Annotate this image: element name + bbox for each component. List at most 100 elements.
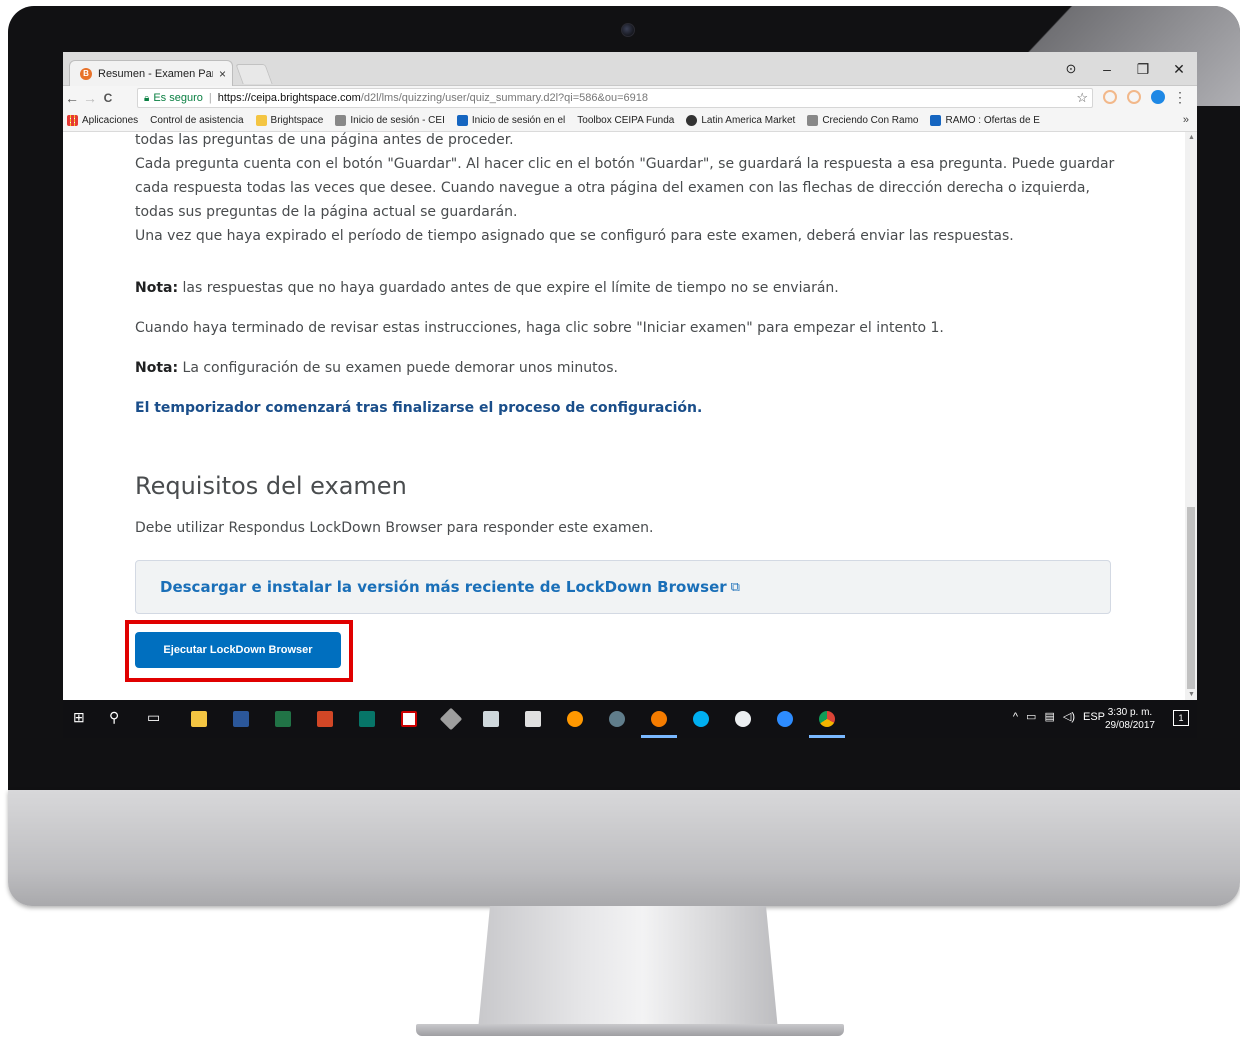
- bookmark-label: Brightspace: [270, 115, 324, 126]
- task-view-icon[interactable]: ▭: [147, 709, 160, 726]
- forward-button[interactable]: →: [81, 90, 99, 106]
- address-bar[interactable]: 🔒︎ Es seguro | https://ceipa.brightspace…: [137, 88, 1093, 108]
- battery-icon[interactable]: ▭: [1026, 710, 1036, 723]
- app-icon[interactable]: [439, 707, 463, 731]
- bookmark-item[interactable]: Aplicaciones: [67, 115, 138, 126]
- zoom-extension-icon[interactable]: [1151, 90, 1165, 104]
- note-label: Nota:: [135, 360, 179, 376]
- extension-icon[interactable]: [1103, 90, 1117, 104]
- bookmarks-bar: Aplicaciones Control de asistencia Brights…: [63, 110, 1197, 132]
- bookmark-blue-icon: [930, 115, 942, 126]
- powerpoint-icon[interactable]: [317, 711, 333, 727]
- bookmark-grey-icon: [807, 115, 819, 126]
- back-button[interactable]: ←: [63, 90, 81, 106]
- language-indicator[interactable]: ESP: [1083, 711, 1105, 723]
- bookmark-item[interactable]: Inicio de sesión en el: [456, 115, 566, 126]
- bookmark-item[interactable]: Control de asistencia: [150, 115, 243, 126]
- bookmark-dark-icon: [686, 115, 698, 126]
- bookmark-item[interactable]: Inicio de sesión - CEI: [335, 115, 445, 126]
- extension-icons: [1103, 90, 1165, 104]
- bookmark-grey-icon: [335, 115, 347, 126]
- bookmark-blue-icon: [456, 115, 468, 126]
- publisher-icon[interactable]: [359, 711, 375, 727]
- bookmark-item[interactable]: RAMO : Ofertas de E: [930, 115, 1040, 126]
- page-scrollbar[interactable]: ▲ ▼: [1185, 132, 1197, 700]
- taskbar-clock[interactable]: 3:30 p. m. 29/08/2017: [1105, 706, 1155, 732]
- bookmark-item[interactable]: Creciendo Con Ramo: [807, 115, 918, 126]
- calculator-icon[interactable]: [525, 711, 541, 727]
- monitor-stand-base: [416, 1024, 844, 1036]
- bookmark-label: Aplicaciones: [82, 115, 139, 126]
- new-tab-button[interactable]: [235, 64, 273, 84]
- windows-start-icon[interactable]: ⊞: [73, 709, 85, 726]
- download-lockdown-link[interactable]: Descargar e instalar la versión más reci…: [160, 578, 727, 596]
- scroll-up-icon[interactable]: ▲: [1188, 134, 1195, 141]
- tab-close-icon[interactable]: ×: [219, 67, 226, 81]
- url-path: /d2l/lms/quizzing/user/quiz_summary.d2l?…: [360, 92, 648, 104]
- url-host: https://ceipa.brightspace.com: [217, 92, 361, 104]
- clock-time: 3:30 p. m.: [1107, 707, 1153, 718]
- chevron-up-icon[interactable]: ^: [1013, 711, 1018, 723]
- bookmark-label: Latin America Market: [701, 115, 796, 126]
- search-icon[interactable]: ⚲: [109, 709, 119, 726]
- bookmark-item[interactable]: Toolbox CEIPA Funda: [577, 115, 674, 126]
- bookmark-label: Inicio de sesión en el: [471, 115, 566, 126]
- note-text: La configuración de su examen puede demo…: [178, 360, 618, 376]
- address-separator: |: [208, 92, 212, 104]
- scroll-down-icon[interactable]: ▼: [1188, 691, 1195, 698]
- start-instructions: Cuando haya terminado de revisar estas i…: [135, 320, 944, 336]
- app-icon[interactable]: [735, 711, 751, 727]
- bookmark-folder-icon: [255, 115, 267, 126]
- note-text: las respuestas que no haya guardado ante…: [178, 280, 839, 296]
- respondus-icon[interactable]: [651, 711, 667, 727]
- brightspace-favicon-icon: B: [80, 67, 92, 80]
- profile-icon[interactable]: ⊙: [1053, 61, 1089, 77]
- minimize-button[interactable]: –: [1089, 61, 1125, 77]
- bookmarks-overflow-button[interactable]: »: [1183, 114, 1189, 126]
- app-icon[interactable]: [567, 711, 583, 727]
- zoom-icon[interactable]: [777, 711, 793, 727]
- restore-button[interactable]: ❐: [1125, 61, 1161, 78]
- excel-icon[interactable]: [275, 711, 291, 727]
- monitor-stand: [478, 906, 778, 1030]
- calculator-icon[interactable]: [483, 711, 499, 727]
- skype-icon[interactable]: [693, 711, 709, 727]
- bookmark-star-icon[interactable]: ☆: [1076, 90, 1088, 106]
- system-tray: ^ ▭ ▤ ◁) ESP: [1013, 710, 1105, 724]
- active-app-indicator: [641, 735, 677, 738]
- volume-icon[interactable]: ◁): [1063, 710, 1075, 723]
- bookmark-item[interactable]: Latin America Market: [686, 115, 795, 126]
- note-label: Nota:: [135, 280, 179, 296]
- pdf-reader-icon[interactable]: [401, 711, 417, 727]
- clock-date: 29/08/2017: [1104, 720, 1155, 731]
- extension-icon[interactable]: [1127, 90, 1141, 104]
- windows-taskbar: ⊞ ⚲ ▭ ^ ▭ ▤ ◁) ESP 3:30 p. m. 29/08/2017: [63, 700, 1197, 738]
- bookmark-apps-icon: [67, 115, 78, 126]
- instructions-text-top: todas las preguntas de una página antes …: [135, 132, 514, 148]
- browser-toolbar: ← → C 🔒︎ Es seguro | https://ceipa.brigh…: [63, 86, 1197, 110]
- network-icon[interactable]: ▤: [1044, 710, 1054, 723]
- window-controls: ⊙ – ❐ ✕: [1053, 52, 1197, 86]
- instructions-save-paragraph: Cada pregunta cuenta con el botón "Guard…: [135, 152, 1125, 248]
- bookmark-label: Creciendo Con Ramo: [822, 115, 919, 126]
- bookmark-item[interactable]: Brightspace: [255, 115, 324, 126]
- camera-icon: [621, 23, 635, 37]
- highlight-box: [125, 620, 353, 682]
- file-explorer-icon[interactable]: [191, 711, 207, 727]
- download-box: Descargar e instalar la versión más reci…: [135, 560, 1111, 614]
- requirements-text: Debe utilizar Respondus LockDown Browser…: [135, 520, 654, 536]
- active-app-indicator: [809, 735, 845, 738]
- word-icon[interactable]: [233, 711, 249, 727]
- note-config: Nota: La configuración de su examen pued…: [135, 356, 1125, 380]
- close-window-button[interactable]: ✕: [1161, 61, 1197, 78]
- browser-tab[interactable]: B Resumen - Examen Parci ×: [69, 60, 233, 86]
- snipping-tool-icon[interactable]: [609, 711, 625, 727]
- notification-center-icon[interactable]: 1: [1173, 710, 1189, 726]
- scroll-thumb[interactable]: [1187, 507, 1195, 689]
- bookmark-label: Control de asistencia: [150, 115, 244, 126]
- reload-button[interactable]: C: [99, 91, 117, 105]
- chrome-icon[interactable]: [819, 711, 835, 727]
- requirements-heading: Requisitos del examen: [135, 472, 407, 500]
- browser-menu-icon[interactable]: ⋮: [1173, 89, 1187, 106]
- bookmark-label: Toolbox CEIPA Funda: [577, 115, 675, 126]
